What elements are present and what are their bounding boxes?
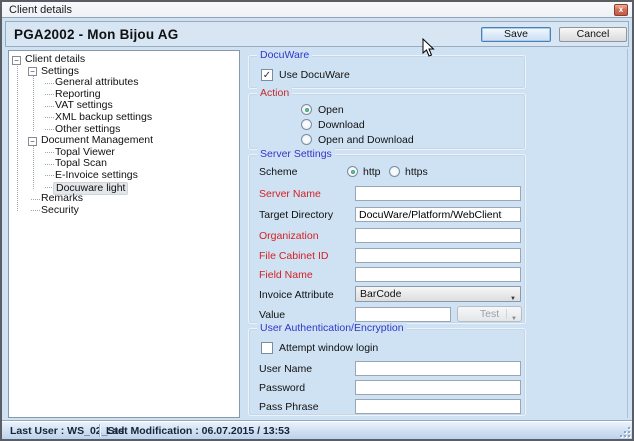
organization-label: Organization	[259, 230, 319, 242]
user-name-label: User Name	[259, 363, 312, 375]
organization-input[interactable]	[355, 228, 521, 243]
test-button[interactable]: Test ▼	[457, 306, 522, 322]
tree-item-topal-viewer[interactable]: Topal Viewer	[9, 147, 239, 159]
use-docuware-label: Use DocuWare	[279, 69, 350, 81]
scheme-http-radio[interactable]	[347, 166, 358, 177]
close-icon: x	[619, 5, 623, 14]
tree-item-reporting[interactable]: Reporting	[9, 89, 239, 101]
pass-phrase-input[interactable]	[355, 399, 521, 414]
title-bar: Client details x	[2, 2, 632, 18]
scheme-label: Scheme	[259, 166, 298, 178]
chevron-down-icon: ▼	[511, 312, 517, 326]
action-download-label: Download	[318, 119, 365, 131]
password-label: Password	[259, 382, 305, 394]
tree-item-xml-backup-settings[interactable]: XML backup settings	[9, 112, 239, 124]
status-separator	[99, 424, 101, 437]
file-cabinet-id-input[interactable]	[355, 248, 521, 263]
server-settings-group: Server Settings Scheme http https Server…	[248, 154, 526, 324]
tree-item-security[interactable]: Security	[9, 205, 239, 217]
client-details-window: Client details x PGA2002 - Mon Bijou AG …	[0, 0, 634, 441]
value-input[interactable]	[355, 307, 451, 322]
details-panel: DocuWare ✓ Use DocuWare Action Open Down…	[244, 49, 628, 418]
attempt-window-login-label: Attempt window login	[279, 342, 378, 354]
tree-item-client-details[interactable]: − Client details	[9, 54, 239, 66]
attempt-window-login-checkbox[interactable]	[261, 342, 273, 354]
docuware-group-title: DocuWare	[257, 49, 312, 61]
action-open-and-download-radio[interactable]	[301, 134, 312, 145]
tree-item-e-invoice-settings[interactable]: E-Invoice settings	[9, 170, 239, 182]
server-name-label: Server Name	[259, 188, 321, 200]
server-name-input[interactable]	[355, 186, 521, 201]
action-open-radio[interactable]	[301, 104, 312, 115]
tree-item-document-management[interactable]: − Document Management	[9, 135, 239, 147]
window-title: Client details	[9, 4, 72, 16]
user-name-input[interactable]	[355, 361, 521, 376]
pass-phrase-label: Pass Phrase	[259, 401, 319, 413]
invoice-attribute-label: Invoice Attribute	[259, 289, 334, 301]
close-button[interactable]: x	[614, 4, 628, 16]
user-authentication-group: User Authentication/Encryption Attempt w…	[248, 328, 526, 416]
action-download-radio[interactable]	[301, 119, 312, 130]
target-directory-input[interactable]	[355, 207, 521, 222]
invoice-attribute-dropdown[interactable]: BarCode ▼	[355, 286, 521, 302]
use-docuware-checkbox[interactable]: ✓	[261, 69, 273, 81]
last-modification-text: Last Modification : 06.07.2015 / 13:53	[106, 425, 290, 437]
file-cabinet-id-label: File Cabinet ID	[259, 250, 328, 262]
expand-minus-icon[interactable]: −	[28, 137, 37, 146]
expand-minus-icon[interactable]: −	[12, 56, 21, 65]
tree-item-remarks[interactable]: Remarks	[9, 193, 239, 205]
action-open-label: Open	[318, 104, 344, 116]
chevron-down-icon: ▼	[510, 292, 516, 306]
user-authentication-group-title: User Authentication/Encryption	[257, 322, 407, 334]
field-name-input[interactable]	[355, 267, 521, 282]
value-label: Value	[259, 309, 285, 321]
invoice-attribute-value: BarCode	[360, 288, 401, 300]
tree-item-general-attributes[interactable]: General attributes	[9, 77, 239, 89]
field-name-label: Field Name	[259, 269, 313, 281]
scheme-http-label: http	[363, 166, 381, 178]
page-title: PGA2002 - Mon Bijou AG	[14, 27, 178, 42]
server-settings-group-title: Server Settings	[257, 148, 335, 160]
target-directory-label: Target Directory	[259, 209, 333, 221]
resize-grip-icon[interactable]	[619, 426, 631, 438]
header-bar: PGA2002 - Mon Bijou AG Save Cancel	[5, 21, 629, 47]
scheme-https-radio[interactable]	[389, 166, 400, 177]
docuware-group: DocuWare ✓ Use DocuWare	[248, 55, 526, 89]
status-bar: Last User : WS_02_Std Last Modification …	[2, 421, 632, 439]
password-input[interactable]	[355, 380, 521, 395]
navigation-tree: − Client details − Settings General attr…	[8, 50, 240, 418]
save-button[interactable]: Save	[481, 27, 551, 42]
cancel-button[interactable]: Cancel	[559, 27, 627, 42]
scheme-https-label: https	[405, 166, 428, 178]
action-group-title: Action	[257, 87, 292, 99]
action-open-and-download-label: Open and Download	[318, 134, 414, 146]
action-group: Action Open Download Open and Download	[248, 93, 526, 150]
expand-minus-icon[interactable]: −	[28, 67, 37, 76]
